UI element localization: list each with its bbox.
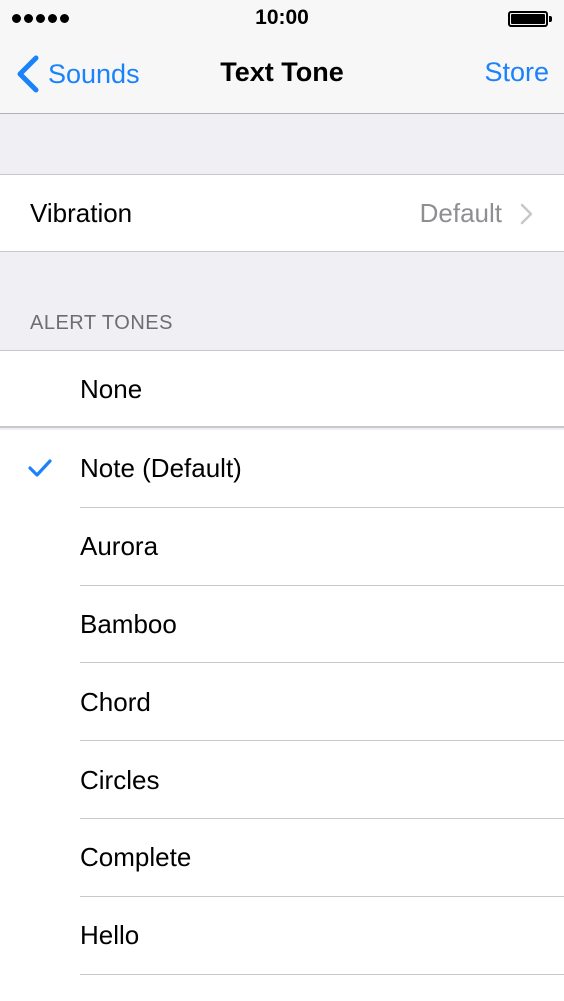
vibration-row[interactable]: Vibration Default: [0, 175, 564, 252]
alert-tones-list: Note (Default) Aurora Bamboo Chord Circl…: [0, 430, 564, 1001]
none-tone-group: None: [0, 350, 564, 428]
tone-label: Hello: [80, 920, 140, 951]
tone-row[interactable]: Circles: [0, 741, 564, 819]
tone-label: Complete: [80, 842, 192, 873]
tone-label: Note (Default): [80, 453, 242, 484]
tone-row[interactable]: Hello: [0, 897, 564, 975]
tone-none-label: None: [80, 374, 143, 405]
tone-row[interactable]: Chord: [0, 663, 564, 741]
status-time: 10:00: [255, 6, 309, 29]
checkmark-icon: [28, 459, 52, 477]
vibration-value: Default: [419, 198, 502, 228]
alert-tones-header: ALERT TONES: [30, 312, 173, 334]
status-bar: 10:00: [0, 0, 564, 40]
tone-row[interactable]: Complete: [0, 819, 564, 897]
battery-icon: [508, 11, 552, 27]
vibration-group: Vibration Default: [0, 174, 564, 252]
tone-row[interactable]: Bamboo: [0, 586, 564, 664]
tone-none-row[interactable]: None: [0, 351, 564, 429]
navigation-bar: Sounds Text Tone Store: [0, 40, 564, 114]
tone-row[interactable]: Aurora: [0, 508, 564, 586]
chevron-right-icon: [520, 203, 533, 224]
tone-label: Chord: [80, 686, 151, 717]
store-button[interactable]: Store: [484, 57, 549, 88]
tone-row[interactable]: Note (Default): [0, 430, 564, 508]
tone-label: Bamboo: [80, 608, 177, 639]
tone-label: Circles: [80, 764, 160, 795]
page-title: Text Tone: [220, 57, 344, 87]
vibration-label: Vibration: [30, 198, 133, 228]
tone-label: Aurora: [80, 531, 159, 562]
